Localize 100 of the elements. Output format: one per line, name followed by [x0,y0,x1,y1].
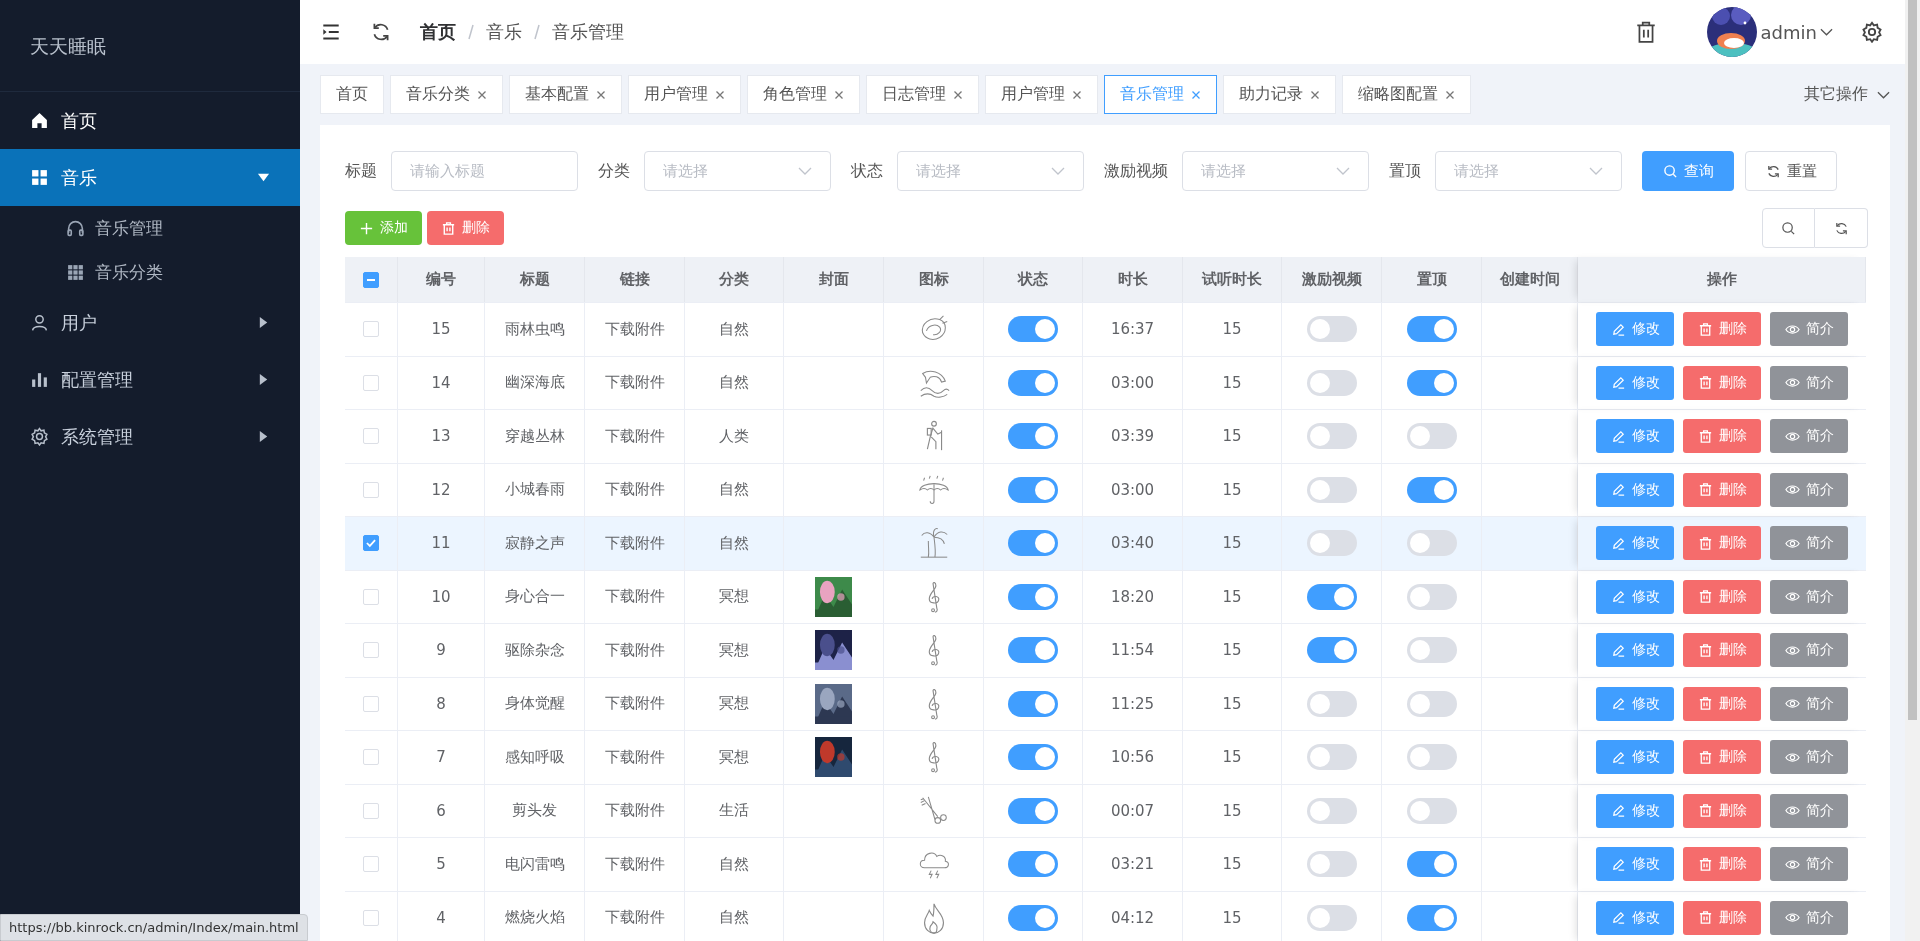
select-all-checkbox[interactable] [363,271,379,288]
delete-button[interactable]: 删除 [1683,526,1761,561]
status-switch[interactable] [1008,316,1058,343]
row-checkbox[interactable] [363,535,379,552]
download-link[interactable]: 下载附件 [604,373,665,393]
chevron-down-icon[interactable] [1820,28,1833,36]
tab[interactable]: 首页 [320,75,384,114]
breadcrumb-item[interactable]: 音乐管理 [552,20,624,44]
edit-button[interactable]: 修改 [1596,472,1674,507]
tab[interactable]: 助力记录 [1223,75,1336,114]
tab[interactable]: 音乐管理 [1104,75,1217,114]
info-button[interactable]: 简介 [1770,526,1848,561]
info-button[interactable]: 简介 [1770,472,1848,507]
download-link[interactable]: 下载附件 [604,908,665,928]
status-switch[interactable] [1008,476,1058,503]
menu-fold-icon[interactable] [320,21,342,43]
edit-button[interactable]: 修改 [1596,312,1674,347]
pin-switch[interactable] [1406,851,1457,878]
pin-switch[interactable] [1406,744,1457,771]
edit-button[interactable]: 修改 [1596,900,1674,935]
download-link[interactable]: 下载附件 [604,587,665,607]
other-actions-dropdown[interactable]: 其它操作 [1804,84,1890,105]
status-switch[interactable] [1008,690,1058,717]
edit-button[interactable]: 修改 [1596,419,1674,454]
close-icon[interactable] [1445,89,1455,100]
tab[interactable]: 角色管理 [747,75,860,114]
tab[interactable]: 基本配置 [509,75,622,114]
tab[interactable]: 用户管理 [985,75,1098,114]
info-button[interactable]: 简介 [1770,633,1848,668]
delete-button[interactable]: 删除 [1683,900,1761,935]
menu-item[interactable]: 音乐 [0,149,300,206]
info-button[interactable]: 简介 [1770,793,1848,828]
close-icon[interactable] [477,89,487,100]
pin-switch[interactable] [1406,423,1457,450]
edit-button[interactable]: 修改 [1596,365,1674,400]
refresh-button[interactable] [1815,208,1868,248]
incentive-switch[interactable] [1306,583,1357,610]
delete-button[interactable]: 删除 [1683,579,1761,614]
incentive-switch[interactable] [1306,423,1357,450]
trash-icon[interactable] [1634,20,1657,44]
edit-button[interactable]: 修改 [1596,686,1674,721]
close-icon[interactable] [1072,89,1082,100]
download-link[interactable]: 下载附件 [604,319,665,339]
edit-button[interactable]: 修改 [1596,579,1674,614]
status-switch[interactable] [1008,423,1058,450]
select-field[interactable]: 请选择 [1435,151,1622,191]
incentive-switch[interactable] [1306,476,1357,503]
tab[interactable]: 用户管理 [628,75,741,114]
info-button[interactable]: 简介 [1770,365,1848,400]
select-field[interactable]: 请选择 [644,151,831,191]
submenu-item[interactable]: 音乐分类 [0,250,300,294]
edit-button[interactable]: 修改 [1596,740,1674,775]
edit-button[interactable]: 修改 [1596,633,1674,668]
tab[interactable]: 缩略图配置 [1342,75,1471,114]
info-button[interactable]: 简介 [1770,312,1848,347]
delete-button[interactable]: 删除 [1683,419,1761,454]
download-link[interactable]: 下载附件 [604,747,665,767]
pin-switch[interactable] [1406,476,1457,503]
download-link[interactable]: 下载附件 [604,426,665,446]
search-button[interactable] [1762,208,1815,248]
info-button[interactable]: 简介 [1770,686,1848,721]
incentive-switch[interactable] [1306,530,1357,557]
download-link[interactable]: 下载附件 [604,801,665,821]
delete-button[interactable]: 删除 [1683,365,1761,400]
close-icon[interactable] [1310,89,1320,100]
pin-switch[interactable] [1406,797,1457,824]
close-icon[interactable] [596,89,606,100]
info-button[interactable]: 简介 [1770,419,1848,454]
breadcrumb-item[interactable]: 首页 [420,20,456,44]
download-link[interactable]: 下载附件 [604,533,665,553]
submenu-item[interactable]: 音乐管理 [0,206,300,250]
pin-switch[interactable] [1406,690,1457,717]
delete-button[interactable]: 删除 [1683,847,1761,882]
info-button[interactable]: 简介 [1770,847,1848,882]
edit-button[interactable]: 修改 [1596,793,1674,828]
info-button[interactable]: 简介 [1770,900,1848,935]
tab[interactable]: 日志管理 [866,75,979,114]
delete-button[interactable]: 删除 [1683,312,1761,347]
search-button[interactable]: 查询 [1642,151,1734,191]
delete-button[interactable]: 删除 [1683,686,1761,721]
delete-button[interactable]: 删除 [1683,793,1761,828]
input-field[interactable]: 请输入标题 [391,151,578,191]
status-switch[interactable] [1008,530,1058,557]
status-switch[interactable] [1008,744,1058,771]
scrollbar[interactable] [1905,0,1920,941]
menu-item[interactable]: 首页 [0,92,300,149]
settings-icon[interactable] [1861,21,1883,43]
incentive-switch[interactable] [1306,851,1357,878]
incentive-switch[interactable] [1306,797,1357,824]
incentive-switch[interactable] [1306,904,1357,931]
status-switch[interactable] [1008,369,1058,396]
menu-item[interactable]: 配置管理 [0,351,300,408]
close-icon[interactable] [715,89,725,100]
incentive-switch[interactable] [1306,369,1357,396]
close-icon[interactable] [953,89,963,100]
menu-item[interactable]: 系统管理 [0,408,300,465]
delete-button[interactable]: 删除 [1683,472,1761,507]
reset-button[interactable]: 重置 [1745,151,1837,191]
breadcrumb-item[interactable]: 音乐 [486,20,522,44]
download-link[interactable]: 下载附件 [604,694,665,714]
